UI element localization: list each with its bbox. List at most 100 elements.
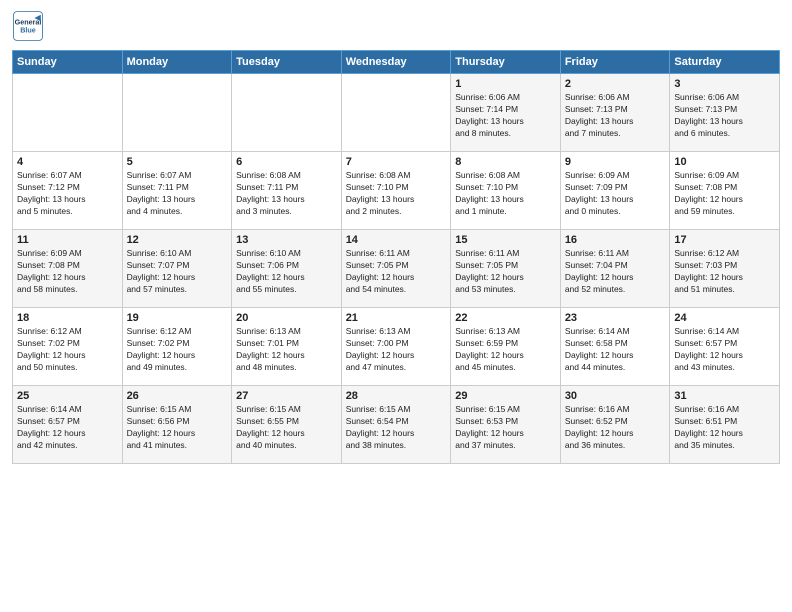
day-number: 2 [565, 78, 666, 90]
day-info: Sunrise: 6:13 AM Sunset: 6:59 PM Dayligh… [455, 326, 556, 374]
calendar-empty-cell [13, 74, 123, 152]
day-number: 29 [455, 390, 556, 402]
day-number: 30 [565, 390, 666, 402]
day-info: Sunrise: 6:15 AM Sunset: 6:53 PM Dayligh… [455, 404, 556, 452]
day-info: Sunrise: 6:11 AM Sunset: 7:04 PM Dayligh… [565, 248, 666, 296]
calendar-day-8: 8 Sunrise: 6:08 AM Sunset: 7:10 PM Daylig… [451, 152, 561, 230]
calendar-day-14: 14Sunrise: 6:11 AM Sunset: 7:05 PM Dayli… [341, 230, 451, 308]
calendar-day-2: 2 Sunrise: 6:06 AM Sunset: 7:13 PM Daylig… [560, 74, 670, 152]
day-number: 18 [17, 312, 118, 324]
calendar-day-26: 26 Sunrise: 6:15 AM Sunset: 6:56 PM Dayli… [122, 386, 232, 464]
calendar-week-row: 1 Sunrise: 6:06 AM Sunset: 7:14 PM Daylig… [13, 74, 780, 152]
calendar-header-row: SundayMondayTuesdayWednesdayThursdayFrid… [13, 51, 780, 74]
day-number: 27 [236, 390, 337, 402]
calendar-day-25: 25 Sunrise: 6:14 AM Sunset: 6:57 PM Dayli… [13, 386, 123, 464]
day-info: Sunrise: 6:07 AM Sunset: 7:11 PM Dayligh… [127, 170, 228, 218]
calendar-day-30: 30 Sunrise: 6:16 AM Sunset: 6:52 PM Dayli… [560, 386, 670, 464]
day-number: 12 [127, 234, 228, 246]
day-info: Sunrise: 6:06 AM Sunset: 7:13 PM Dayligh… [674, 92, 775, 140]
day-header-saturday: Saturday [670, 51, 780, 74]
day-info: Sunrise: 6:12 AM Sunset: 7:02 PM Dayligh… [127, 326, 228, 374]
day-info: Sunrise: 6:16 AM Sunset: 6:51 PM Dayligh… [674, 404, 775, 452]
calendar-empty-cell [122, 74, 232, 152]
calendar-day-13: 13Sunrise: 6:10 AM Sunset: 7:06 PM Dayli… [232, 230, 342, 308]
day-number: 5 [127, 156, 228, 168]
day-number: 10 [674, 156, 775, 168]
day-info: Sunrise: 6:14 AM Sunset: 6:57 PM Dayligh… [17, 404, 118, 452]
calendar-day-18: 18 Sunrise: 6:12 AM Sunset: 7:02 PM Dayli… [13, 308, 123, 386]
day-number: 28 [346, 390, 447, 402]
day-info: Sunrise: 6:08 AM Sunset: 7:10 PM Dayligh… [346, 170, 447, 218]
day-info: Sunrise: 6:06 AM Sunset: 7:14 PM Dayligh… [455, 92, 556, 140]
calendar-week-row: 25 Sunrise: 6:14 AM Sunset: 6:57 PM Dayli… [13, 386, 780, 464]
calendar-day-4: 4Sunrise: 6:07 AM Sunset: 7:12 PM Daylig… [13, 152, 123, 230]
calendar-day-19: 19 Sunrise: 6:12 AM Sunset: 7:02 PM Dayli… [122, 308, 232, 386]
day-info: Sunrise: 6:12 AM Sunset: 7:03 PM Dayligh… [674, 248, 775, 296]
day-info: Sunrise: 6:11 AM Sunset: 7:05 PM Dayligh… [346, 248, 447, 296]
day-info: Sunrise: 6:09 AM Sunset: 7:09 PM Dayligh… [565, 170, 666, 218]
day-number: 24 [674, 312, 775, 324]
day-number: 31 [674, 390, 775, 402]
page-container: General Blue SundayMondayTuesdayWednesda… [0, 0, 792, 472]
day-info: Sunrise: 6:07 AM Sunset: 7:12 PM Dayligh… [17, 170, 118, 218]
day-number: 15 [455, 234, 556, 246]
day-header-monday: Monday [122, 51, 232, 74]
day-number: 26 [127, 390, 228, 402]
day-info: Sunrise: 6:16 AM Sunset: 6:52 PM Dayligh… [565, 404, 666, 452]
day-number: 7 [346, 156, 447, 168]
calendar-day-9: 9 Sunrise: 6:09 AM Sunset: 7:09 PM Daylig… [560, 152, 670, 230]
calendar-day-28: 28 Sunrise: 6:15 AM Sunset: 6:54 PM Dayli… [341, 386, 451, 464]
calendar-day-10: 10 Sunrise: 6:09 AM Sunset: 7:08 PM Dayli… [670, 152, 780, 230]
day-number: 17 [674, 234, 775, 246]
day-number: 6 [236, 156, 337, 168]
day-info: Sunrise: 6:09 AM Sunset: 7:08 PM Dayligh… [17, 248, 118, 296]
day-number: 9 [565, 156, 666, 168]
calendar-day-6: 6Sunrise: 6:08 AM Sunset: 7:11 PM Daylig… [232, 152, 342, 230]
day-info: Sunrise: 6:06 AM Sunset: 7:13 PM Dayligh… [565, 92, 666, 140]
day-info: Sunrise: 6:11 AM Sunset: 7:05 PM Dayligh… [455, 248, 556, 296]
calendar-day-15: 15 Sunrise: 6:11 AM Sunset: 7:05 PM Dayli… [451, 230, 561, 308]
calendar-day-7: 7 Sunrise: 6:08 AM Sunset: 7:10 PM Daylig… [341, 152, 451, 230]
calendar-table: SundayMondayTuesdayWednesdayThursdayFrid… [12, 50, 780, 464]
day-info: Sunrise: 6:13 AM Sunset: 7:01 PM Dayligh… [236, 326, 337, 374]
calendar-day-22: 22Sunrise: 6:13 AM Sunset: 6:59 PM Dayli… [451, 308, 561, 386]
calendar-day-29: 29 Sunrise: 6:15 AM Sunset: 6:53 PM Dayli… [451, 386, 561, 464]
day-number: 11 [17, 234, 118, 246]
calendar-day-24: 24 Sunrise: 6:14 AM Sunset: 6:57 PM Dayli… [670, 308, 780, 386]
header: General Blue [12, 10, 780, 42]
calendar-week-row: 18 Sunrise: 6:12 AM Sunset: 7:02 PM Dayli… [13, 308, 780, 386]
calendar-day-20: 20 Sunrise: 6:13 AM Sunset: 7:01 PM Dayli… [232, 308, 342, 386]
day-number: 25 [17, 390, 118, 402]
calendar-day-23: 23 Sunrise: 6:14 AM Sunset: 6:58 PM Dayli… [560, 308, 670, 386]
day-number: 19 [127, 312, 228, 324]
day-info: Sunrise: 6:08 AM Sunset: 7:10 PM Dayligh… [455, 170, 556, 218]
logo-icon: General Blue [12, 10, 44, 42]
day-info: Sunrise: 6:13 AM Sunset: 7:00 PM Dayligh… [346, 326, 447, 374]
day-header-wednesday: Wednesday [341, 51, 451, 74]
day-header-tuesday: Tuesday [232, 51, 342, 74]
day-number: 21 [346, 312, 447, 324]
day-info: Sunrise: 6:14 AM Sunset: 6:58 PM Dayligh… [565, 326, 666, 374]
calendar-week-row: 4Sunrise: 6:07 AM Sunset: 7:12 PM Daylig… [13, 152, 780, 230]
day-info: Sunrise: 6:15 AM Sunset: 6:55 PM Dayligh… [236, 404, 337, 452]
day-number: 8 [455, 156, 556, 168]
day-info: Sunrise: 6:10 AM Sunset: 7:07 PM Dayligh… [127, 248, 228, 296]
calendar-empty-cell [232, 74, 342, 152]
day-info: Sunrise: 6:12 AM Sunset: 7:02 PM Dayligh… [17, 326, 118, 374]
calendar-day-31: 31 Sunrise: 6:16 AM Sunset: 6:51 PM Dayli… [670, 386, 780, 464]
calendar-day-27: 27 Sunrise: 6:15 AM Sunset: 6:55 PM Dayli… [232, 386, 342, 464]
day-info: Sunrise: 6:09 AM Sunset: 7:08 PM Dayligh… [674, 170, 775, 218]
day-number: 1 [455, 78, 556, 90]
day-info: Sunrise: 6:15 AM Sunset: 6:56 PM Dayligh… [127, 404, 228, 452]
calendar-day-16: 16Sunrise: 6:11 AM Sunset: 7:04 PM Dayli… [560, 230, 670, 308]
day-info: Sunrise: 6:14 AM Sunset: 6:57 PM Dayligh… [674, 326, 775, 374]
day-info: Sunrise: 6:10 AM Sunset: 7:06 PM Dayligh… [236, 248, 337, 296]
day-info: Sunrise: 6:15 AM Sunset: 6:54 PM Dayligh… [346, 404, 447, 452]
day-number: 3 [674, 78, 775, 90]
day-number: 23 [565, 312, 666, 324]
calendar-day-5: 5 Sunrise: 6:07 AM Sunset: 7:11 PM Daylig… [122, 152, 232, 230]
calendar-day-21: 21 Sunrise: 6:13 AM Sunset: 7:00 PM Dayli… [341, 308, 451, 386]
day-header-thursday: Thursday [451, 51, 561, 74]
day-number: 20 [236, 312, 337, 324]
calendar-empty-cell [341, 74, 451, 152]
